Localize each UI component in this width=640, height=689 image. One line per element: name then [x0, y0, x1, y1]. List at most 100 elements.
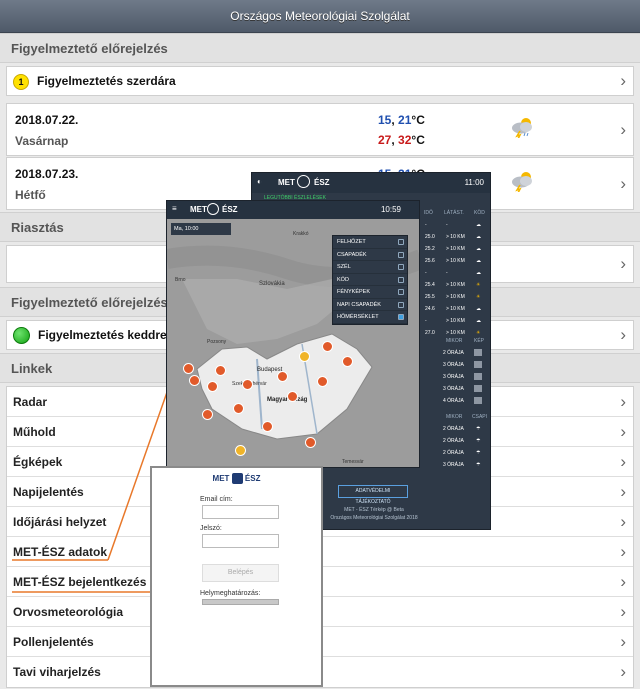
table-row: - - ☁ — [422, 267, 490, 279]
forecast-date: 2018.07.22. — [15, 113, 79, 127]
logo-emblem-icon — [207, 203, 219, 215]
table-row: 4 ÓRÁJA — [422, 395, 490, 407]
chevron-right-icon: › — [620, 452, 626, 471]
layer-menu: FELHŐZET CSAPADÉK SZÉL KÖD FÉNYKÉPEK NAP… — [332, 235, 408, 325]
chevron-right-icon: › — [620, 325, 626, 344]
layer-item[interactable]: NAPI CSAPADÉK — [333, 299, 407, 311]
images-table: MIKOR KÉP 2 ÓRÁJA 3 ÓRÁJA 3 ÓRÁJA 3 ÓRÁJA… — [422, 335, 490, 407]
layer-item[interactable]: SZÉL — [333, 261, 407, 274]
cloud-icon: ☁ — [476, 306, 481, 312]
table-row: 2 ÓRÁJA — [422, 347, 490, 359]
map-cluster[interactable] — [202, 409, 213, 420]
phone-header: ≡ MET ÉSZ 10:59 — [167, 201, 419, 219]
email-field[interactable] — [202, 505, 279, 519]
table-row: - > 10 KM ☁ — [422, 315, 490, 327]
phone-header: ◐ MET ÉSZ 11:00 — [252, 173, 490, 193]
map-label: Temesvár — [342, 459, 364, 465]
cloud-icon: ☁ — [476, 222, 481, 228]
table-row: 24.6 > 10 KM ☁ — [422, 303, 490, 315]
map-cluster[interactable] — [207, 381, 218, 392]
map-cluster[interactable] — [287, 391, 298, 402]
table-row: 2 ÓRÁJA ☂ — [422, 423, 490, 435]
observations-table: IDŐ LÁTÁST. KÖD - - ☁ 25.0 > 10 KM ☁ 25.2 > 10 … — [422, 207, 490, 339]
chevron-right-icon: › — [620, 392, 626, 411]
menu-icon[interactable]: ≡ — [172, 204, 177, 213]
photo-thumbnail[interactable] — [474, 397, 482, 404]
photo-thumbnail[interactable] — [474, 361, 482, 368]
cloud-icon: ☁ — [476, 318, 481, 324]
map-cluster[interactable] — [299, 351, 310, 362]
sun-icon: ☀ — [476, 282, 481, 288]
login-button[interactable]: Belépés — [202, 564, 279, 582]
map-cluster[interactable] — [342, 356, 353, 367]
map-cluster[interactable] — [317, 376, 328, 387]
chevron-right-icon: › — [620, 482, 626, 501]
cloud-lightning-icon — [512, 118, 532, 138]
map-cluster[interactable] — [183, 363, 194, 374]
location-progress-bar — [202, 599, 279, 605]
photo-thumbnail[interactable] — [474, 373, 482, 380]
layer-item[interactable]: HŐMÉRSÉKLET — [333, 311, 407, 324]
warning-tuesday-label: Figyelmeztetés keddre — [38, 328, 167, 342]
table-row: 2 ÓRÁJA ☂ — [422, 435, 490, 447]
layer-item[interactable]: KÖD — [333, 274, 407, 286]
menu-icon: ◐ — [257, 177, 262, 186]
layer-item[interactable]: FÉNYKÉPEK — [333, 286, 407, 299]
metesz-logo-left: MET — [278, 178, 295, 187]
map-cluster[interactable] — [262, 421, 273, 432]
cloud-icon: ☁ — [476, 234, 481, 240]
table-row: 25.6 > 10 KM ☁ — [422, 255, 490, 267]
map-cluster[interactable] — [215, 365, 226, 376]
chevron-right-icon: › — [620, 602, 626, 621]
table-row: 25.5 > 10 KM ☀ — [422, 291, 490, 303]
map-label: Szlovákia — [259, 281, 285, 287]
warning-wednesday-row[interactable]: 1 Figyelmeztetés szerdára › — [6, 66, 634, 96]
layer-item[interactable]: FELHŐZET — [333, 236, 407, 249]
table-row: 25.2 > 10 KM ☁ — [422, 243, 490, 255]
map-cluster[interactable] — [235, 445, 246, 456]
chevron-right-icon: › — [620, 254, 626, 273]
table-row: 25.0 > 10 KM ☁ — [422, 231, 490, 243]
privacy-button[interactable]: ADATVÉDELMI TÁJÉKOZTATÓ — [338, 485, 408, 505]
map-cluster[interactable] — [233, 403, 244, 414]
section-warning-forecast: Figyelmeztető előrejelzés — [0, 33, 640, 63]
chevron-right-icon: › — [620, 662, 626, 681]
map-cluster[interactable] — [189, 375, 200, 386]
chevron-right-icon: › — [620, 572, 626, 591]
password-field[interactable] — [202, 534, 279, 548]
warning-wednesday-label: Figyelmeztetés szerdára — [37, 74, 176, 88]
warning-level-badge: 1 — [13, 73, 29, 90]
map-cluster[interactable] — [305, 437, 316, 448]
chevron-right-icon: › — [620, 119, 626, 139]
map-label: Brno — [175, 277, 186, 283]
password-label: Jelszó: — [200, 525, 222, 532]
email-label: Email cím: — [200, 496, 233, 503]
map-label: Pozsony — [207, 339, 227, 345]
phone-time: 11:00 — [464, 178, 484, 187]
phone-time: 10:59 — [380, 205, 401, 214]
table-row: 3 ÓRÁJA — [422, 383, 490, 395]
cloud-lightning-icon — [512, 172, 532, 192]
map-cluster[interactable] — [322, 341, 333, 352]
login-logo: MET ÉSZ — [212, 473, 261, 485]
table-row: 2 ÓRÁJA ☂ — [422, 447, 490, 459]
map-label: Krakkó — [293, 231, 309, 237]
forecast-day: Vasárnap — [15, 134, 69, 148]
table-row: 25.4 > 10 KM ☀ — [422, 279, 490, 291]
forecast-row-1[interactable]: 2018.07.22. Vasárnap 15, 21°C 27, 32°C › — [6, 103, 634, 156]
table-row: 3 ÓRÁJA ☂ — [422, 459, 490, 471]
rain-cloud-icon: ☂ — [476, 438, 481, 444]
chevron-right-icon: › — [620, 512, 626, 531]
table-header: IDŐ LÁTÁST. KÖD — [424, 210, 485, 216]
footer-line-2: Országos Meteorológiai Szolgálat 2018 — [330, 515, 418, 521]
layer-item[interactable]: CSAPADÉK — [333, 249, 407, 261]
logo-emblem-icon — [231, 473, 243, 485]
map-cluster[interactable] — [277, 371, 288, 382]
map-cluster[interactable] — [242, 379, 253, 390]
photo-thumbnail[interactable] — [474, 349, 482, 356]
forecast-date: 2018.07.23. — [15, 167, 79, 181]
metesz-logo-right: ÉSZ — [314, 178, 330, 187]
table-row: - - ☁ — [422, 219, 490, 231]
photo-thumbnail[interactable] — [474, 385, 482, 392]
map-time-control[interactable]: Ma, 10:00 — [171, 223, 231, 235]
